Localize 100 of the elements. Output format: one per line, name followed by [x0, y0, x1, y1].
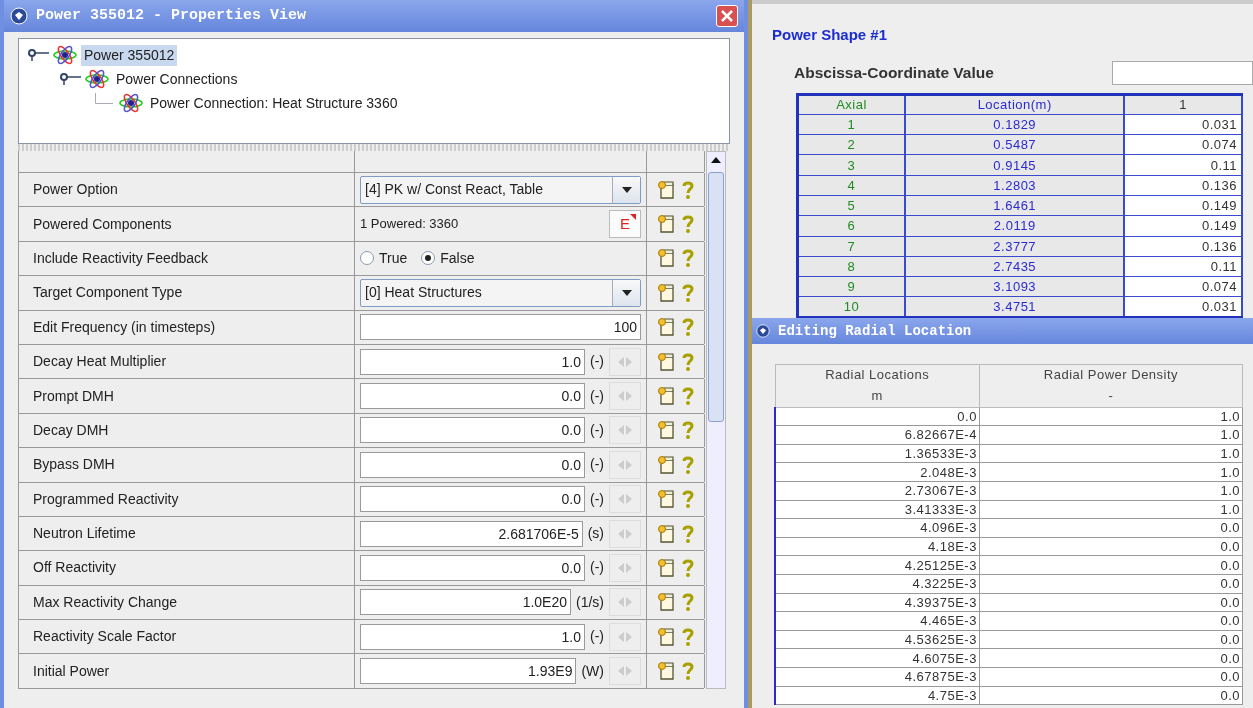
property-label: Off Reactivity — [32, 558, 116, 578]
field-label: Abscissa-Coordinate Value — [794, 62, 994, 83]
panel-title: Power Shape #1 — [772, 25, 889, 45]
tree-line — [95, 93, 113, 104]
help-icon[interactable] — [680, 386, 695, 407]
help-icon[interactable] — [680, 317, 695, 338]
help-icon[interactable] — [680, 558, 695, 578]
property-label: Bypass DMH — [32, 455, 115, 475]
spinner-icon[interactable] — [609, 416, 641, 445]
note-icon[interactable] — [656, 558, 677, 578]
input-field[interactable]: 0.0 — [360, 451, 585, 478]
tree-item[interactable]: Power Connection: Heat Structure 3360 — [147, 92, 401, 114]
spinner-icon[interactable] — [609, 588, 641, 617]
help-icon[interactable] — [680, 489, 695, 510]
property-label: Target Component Type — [32, 283, 183, 303]
caret-icon[interactable] — [620, 288, 633, 297]
table-cell: 1 — [797, 114, 905, 135]
tree-item[interactable]: Power 355012 — [81, 44, 178, 66]
table-cell: 4 — [797, 175, 905, 196]
help-icon[interactable] — [680, 454, 695, 475]
note-icon[interactable] — [656, 626, 677, 647]
note-icon[interactable] — [656, 661, 677, 682]
input-field[interactable]: 0.0 — [360, 417, 585, 444]
window-title: Power 355012 - Properties View — [36, 5, 308, 26]
note-icon[interactable] — [656, 489, 677, 510]
corner-mark-icon — [630, 214, 636, 221]
input-field[interactable]: 0.0 — [360, 555, 585, 581]
input-field[interactable]: 100 — [360, 314, 641, 341]
unit-label: (-) — [589, 420, 605, 440]
column-header: Radial Locations m — [775, 364, 980, 408]
note-icon[interactable] — [656, 317, 677, 338]
property-label: Programmed Reactivity — [32, 489, 179, 509]
help-icon[interactable] — [680, 248, 695, 269]
unit-label: (-) — [589, 455, 605, 475]
note-icon[interactable] — [656, 523, 677, 544]
spinner-icon[interactable] — [609, 554, 641, 582]
table-cell: 2 — [797, 134, 905, 155]
dropdown[interactable]: [0] Heat Structures — [360, 278, 641, 307]
help-icon[interactable] — [680, 592, 695, 613]
radio-option[interactable]: True — [360, 247, 408, 269]
note-icon[interactable] — [656, 214, 677, 235]
note-icon[interactable] — [656, 248, 677, 269]
unit-label: (W) — [580, 661, 605, 681]
help-icon[interactable] — [680, 214, 695, 235]
input-field[interactable]: 1.0 — [360, 623, 585, 650]
input-field[interactable]: 0.0 — [360, 383, 585, 410]
property-label: Max Reactivity Change — [32, 592, 177, 612]
scrollbar-thumb[interactable] — [708, 172, 724, 422]
radio-option[interactable]: False — [421, 247, 475, 269]
spinner-icon[interactable] — [609, 382, 641, 411]
window-title: Editing Radial Location — [778, 321, 972, 341]
help-icon[interactable] — [680, 626, 695, 647]
help-icon[interactable] — [680, 661, 695, 682]
spinner-icon[interactable] — [609, 622, 641, 651]
unit-label: (-) — [589, 558, 605, 578]
unit-label: (-) — [589, 627, 605, 647]
atom-icon — [53, 45, 77, 65]
atom-icon — [119, 93, 143, 113]
tree-toggle[interactable] — [59, 72, 81, 86]
property-label: Include Reactivity Feedback — [32, 248, 209, 268]
spinner-icon[interactable] — [609, 450, 641, 479]
unit-label: (1/s) — [575, 592, 605, 612]
input-field[interactable]: 1.93E9 — [360, 658, 577, 685]
property-label: Edit Frequency (in timesteps) — [32, 317, 216, 337]
unit-label: (-) — [589, 386, 605, 406]
note-icon[interactable] — [656, 592, 677, 613]
note-icon[interactable] — [656, 351, 677, 372]
edit-button[interactable]: E — [609, 210, 641, 239]
note-icon[interactable] — [656, 179, 677, 200]
help-icon[interactable] — [680, 420, 695, 441]
input-field[interactable]: 0.0 — [360, 486, 585, 513]
spinner-icon[interactable] — [609, 347, 641, 376]
dropdown[interactable]: [4] PK w/ Const React, Table — [360, 175, 641, 204]
help-icon[interactable] — [680, 351, 695, 372]
tree-toggle[interactable] — [27, 48, 49, 62]
property-label: Decay DMH — [32, 420, 109, 440]
caret-icon[interactable] — [620, 185, 633, 194]
tree-item[interactable]: Power Connections — [113, 68, 241, 90]
input-field[interactable]: 2.681706E-5 — [360, 520, 583, 547]
column-header: Axial — [797, 94, 905, 115]
spinner-icon[interactable] — [609, 485, 641, 514]
table-cell: 9 — [797, 276, 905, 297]
table-cell: 3 — [797, 154, 905, 176]
help-icon[interactable] — [680, 179, 695, 200]
help-icon[interactable] — [680, 523, 695, 544]
note-icon[interactable] — [656, 420, 677, 441]
input-field[interactable] — [1112, 60, 1253, 85]
spinner-icon[interactable] — [609, 519, 641, 548]
property-label: Initial Power — [32, 661, 110, 681]
property-label: Decay Heat Multiplier — [32, 352, 167, 372]
input-field[interactable]: 1.0E20 — [360, 589, 571, 616]
table-cell: 8 — [797, 256, 905, 277]
note-icon[interactable] — [656, 282, 677, 303]
spinner-icon[interactable] — [609, 657, 641, 686]
property-label: Prompt DMH — [32, 386, 114, 406]
property-label: Reactivity Scale Factor — [32, 627, 177, 647]
help-icon[interactable] — [680, 282, 695, 303]
note-icon[interactable] — [656, 386, 677, 407]
input-field[interactable]: 1.0 — [360, 348, 585, 375]
note-icon[interactable] — [656, 454, 677, 475]
